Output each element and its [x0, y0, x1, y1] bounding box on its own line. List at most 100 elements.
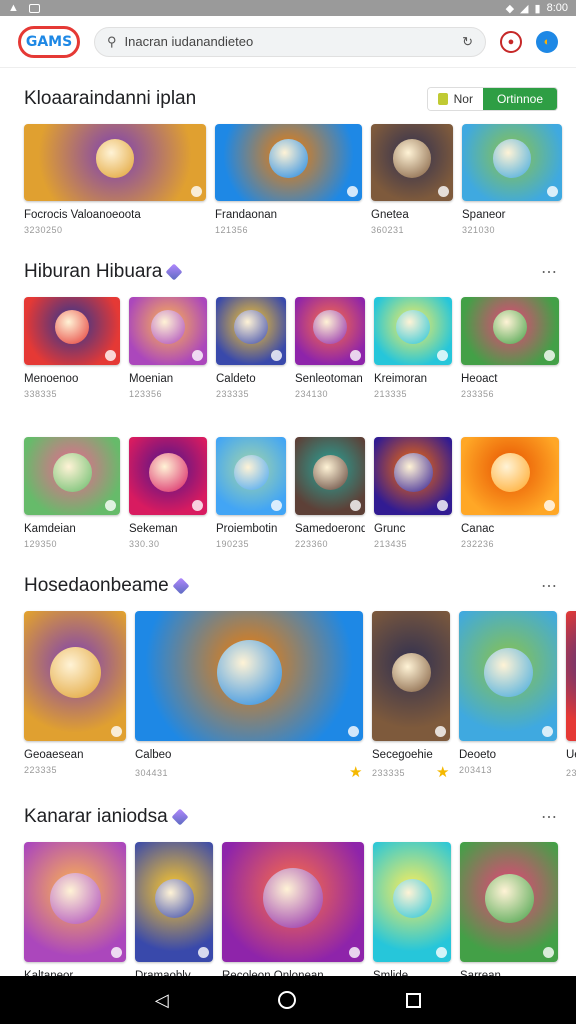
- character-art: [393, 452, 433, 492]
- character-art: [52, 452, 92, 492]
- notification-icon: ▲: [8, 2, 19, 14]
- home-icon[interactable]: [278, 991, 297, 1009]
- game-meta: 330.30: [129, 539, 207, 549]
- clock: 8:00: [546, 2, 568, 14]
- content-feed[interactable]: Kloaaraindanni iplan Nor Ortinnoe Focrocis …: [0, 68, 576, 976]
- game-card[interactable]: Recoleon OnloneanA0123336★: [222, 842, 364, 976]
- game-card[interactable]: Kreimoran 213335: [374, 297, 452, 399]
- app-logo[interactable]: GAMS: [18, 25, 80, 58]
- play-badge-icon: [111, 726, 122, 737]
- game-meta: 203413: [459, 765, 557, 775]
- game-meta: 121356: [215, 225, 362, 235]
- game-thumbnail: [460, 842, 558, 962]
- game-card[interactable]: Kaltaneor203435: [24, 842, 126, 976]
- play-badge-icon: [544, 350, 555, 361]
- character-art: [154, 878, 194, 918]
- card-row: Focrocis Valoanoeoota 3230250 Frandaonan 12…: [24, 124, 562, 235]
- download-count: 233335: [216, 389, 250, 399]
- game-meta: 232236: [461, 539, 559, 549]
- game-card[interactable]: Sekeman 330.30: [129, 437, 207, 549]
- more-options-icon[interactable]: ⋯: [541, 807, 558, 827]
- game-card[interactable]: Samedoerond 223360: [295, 437, 365, 549]
- download-count: 232236: [461, 539, 495, 549]
- game-title: Gnetea: [371, 209, 409, 221]
- android-nav-bar: ◁: [0, 976, 576, 1024]
- section-title[interactable]: Kloaaraindanni iplan: [24, 88, 196, 110]
- toggle-new-icon: [437, 93, 448, 105]
- game-card[interactable]: Grunc 213435: [374, 437, 452, 549]
- game-card[interactable]: Senleotoman 234130: [295, 297, 365, 399]
- toggle-new-button[interactable]: Nor: [427, 88, 483, 110]
- more-options-icon[interactable]: ⋯: [541, 262, 558, 282]
- play-badge-icon: [438, 186, 449, 197]
- search-bar[interactable]: ⚲ ↻: [94, 26, 486, 57]
- game-card[interactable]: Smlide213636★: [373, 842, 451, 976]
- game-card[interactable]: Dramaobly221336: [135, 842, 213, 976]
- screenshot-icon: [28, 3, 40, 13]
- game-card[interactable]: Spaneor 321030: [462, 124, 562, 235]
- notification-bell-icon[interactable]: ●: [500, 30, 522, 53]
- download-count: 123356: [129, 389, 163, 399]
- game-card[interactable]: Secegoehie 233335 ★: [372, 611, 450, 780]
- game-card[interactable]: Menoenoo 338335: [24, 297, 120, 399]
- section-title[interactable]: Hosedaonbeame: [24, 575, 190, 597]
- game-card[interactable]: Gnetea 360231: [371, 124, 453, 235]
- game-meta: 213435: [374, 539, 452, 549]
- game-card[interactable]: Moenian 123356: [129, 297, 207, 399]
- game-card[interactable]: Caldeto 233335: [216, 297, 286, 399]
- game-thumbnail: [24, 437, 120, 515]
- section-title[interactable]: Hiburan Hibuara: [24, 261, 183, 283]
- section-header: Kloaaraindanni iplan Nor Ortinnoe: [24, 82, 558, 116]
- game-title: Heoact: [461, 373, 498, 385]
- character-art: [396, 310, 430, 344]
- filter-toggle: Nor Ortinnoe: [426, 87, 558, 111]
- play-badge-icon: [436, 947, 447, 958]
- game-thumbnail: [24, 297, 120, 365]
- more-options-icon[interactable]: ⋯: [541, 576, 558, 596]
- game-card[interactable]: Frandaonan 121356: [215, 124, 362, 235]
- download-count: 223360: [295, 539, 329, 549]
- game-title: Canac: [461, 523, 495, 535]
- game-card[interactable]: Canac 232236: [461, 437, 559, 549]
- game-thumbnail: [24, 611, 126, 741]
- back-icon[interactable]: ◁: [155, 990, 169, 1011]
- game-card[interactable]: Kamdeian 129350: [24, 437, 120, 549]
- gem-icon: [171, 808, 189, 826]
- download-count: 129350: [24, 539, 58, 549]
- game-thumbnail: [461, 437, 559, 515]
- game-card[interactable]: Geoaesean 223335: [24, 611, 126, 780]
- section-title-text: Kanarar ianiodsa: [24, 806, 168, 827]
- game-card[interactable]: Sarrean233436★: [460, 842, 558, 976]
- card-row: Kaltaneor203435Dramaobly221336Recoleon O…: [24, 842, 558, 976]
- game-meta: 223360: [295, 539, 365, 549]
- game-card[interactable]: Deoeto 203413: [459, 611, 557, 780]
- game-thumbnail: [459, 611, 557, 741]
- recents-icon[interactable]: [406, 992, 422, 1008]
- game-title: Frandaonan: [215, 209, 278, 221]
- game-card[interactable]: Ueoor 234253★: [566, 611, 576, 780]
- download-count: 213335: [374, 389, 408, 399]
- game-card[interactable]: Heoact 233356: [461, 297, 559, 399]
- play-badge-icon: [198, 947, 209, 958]
- download-count: 223335: [24, 765, 58, 775]
- game-thumbnail: [135, 842, 213, 962]
- game-meta: 234130: [295, 389, 365, 399]
- game-thumbnail: [24, 842, 126, 962]
- wifi-icon: ◆: [505, 2, 515, 15]
- account-avatar[interactable]: ◐: [536, 30, 558, 53]
- download-count: 203413: [459, 765, 493, 775]
- character-art: [493, 310, 527, 344]
- download-count: 330.30: [129, 539, 160, 549]
- top-bar: GAMS ⚲ ↻ ● ◐: [0, 16, 576, 68]
- game-title: Samedoerond: [295, 523, 365, 535]
- toggle-online-button[interactable]: Ortinnoe: [482, 88, 557, 110]
- section-title[interactable]: Kanarar ianiodsa: [24, 806, 189, 828]
- game-card[interactable]: Proiembotin 190235: [216, 437, 286, 549]
- game-meta: 129350: [24, 539, 120, 549]
- game-card[interactable]: Calbeo 304431 ★: [135, 611, 363, 780]
- game-title: Proiembotin: [216, 523, 278, 535]
- play-badge-icon: [437, 350, 448, 361]
- search-input[interactable]: [124, 34, 455, 49]
- refresh-icon[interactable]: ↻: [462, 34, 473, 50]
- game-card[interactable]: Focrocis Valoanoeoota 3230250: [24, 124, 206, 235]
